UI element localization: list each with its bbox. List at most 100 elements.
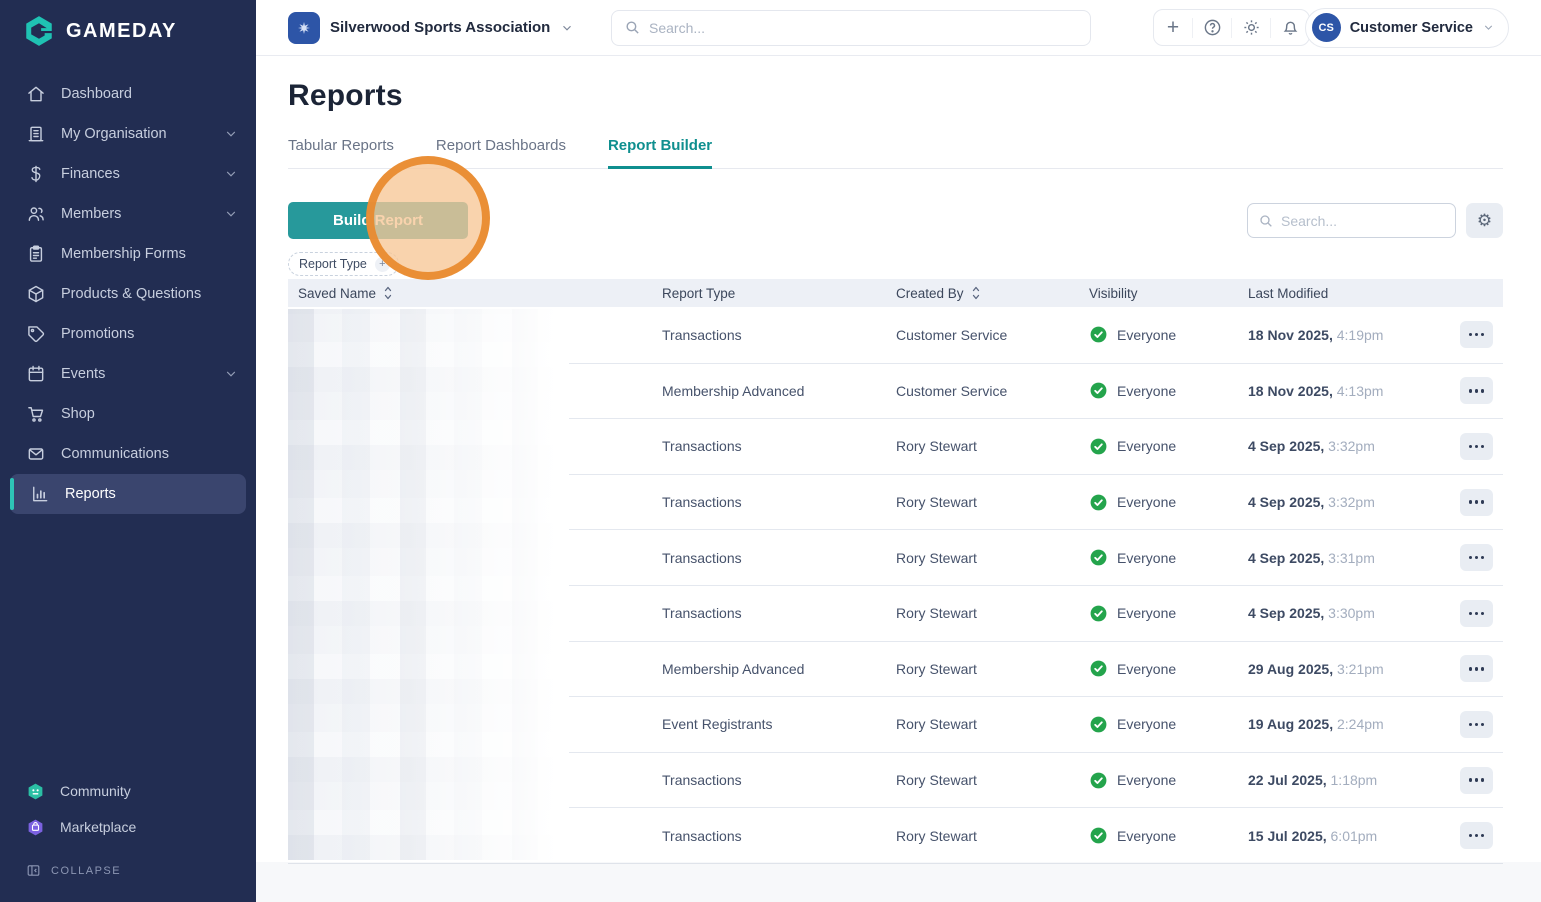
column-header-last-modified: Last Modified [1248, 285, 1329, 301]
cell-visibility: Everyone [1089, 437, 1248, 456]
sidebar-item-label: Membership Forms [61, 246, 186, 262]
row-actions-ellipsis-button[interactable] [1460, 766, 1493, 794]
visibility-label: Everyone [1117, 772, 1177, 789]
cell-created-by: Customer Service [896, 326, 1008, 343]
visibility-check-icon [1089, 325, 1108, 344]
theme-icon[interactable] [1232, 10, 1270, 46]
notifications-bell-icon[interactable] [1271, 10, 1309, 46]
cell-report-type: Transactions [662, 549, 742, 566]
cell-visibility: Everyone [1089, 659, 1248, 678]
header-actions: + [1153, 9, 1310, 46]
chevron-down-icon [224, 127, 238, 141]
visibility-label: Everyone [1117, 827, 1177, 844]
visibility-label: Everyone [1117, 716, 1177, 733]
user-avatar: CS [1311, 13, 1341, 42]
row-actions-ellipsis-button[interactable] [1460, 822, 1493, 850]
table-settings-gear-icon[interactable]: ⚙ [1466, 203, 1503, 238]
sidebar-item-reports[interactable]: Reports [10, 474, 246, 514]
report-type-filter-chip[interactable]: Report Type + [288, 252, 399, 276]
table-search [1247, 203, 1456, 238]
row-actions-ellipsis-button[interactable] [1460, 655, 1493, 683]
events-icon [26, 364, 46, 384]
add-icon[interactable]: + [1154, 10, 1192, 46]
org-avatar [288, 11, 320, 44]
table-search-input[interactable] [1281, 212, 1431, 229]
tab-report-builder[interactable]: Report Builder [607, 128, 713, 169]
global-search-input[interactable] [649, 19, 1078, 36]
cell-report-type: Transactions [662, 326, 742, 343]
brand-logo: GAMEDAY [0, 0, 256, 62]
modified-time: 1:18pm [1330, 772, 1378, 789]
row-actions-ellipsis-button[interactable] [1460, 544, 1493, 572]
promotions-icon [26, 324, 46, 344]
row-actions-ellipsis-button[interactable] [1460, 432, 1493, 460]
sidebar-item-community[interactable]: Community [0, 773, 256, 809]
sidebar-item-dashboard[interactable]: Dashboard [0, 74, 256, 114]
org-switcher[interactable]: Silverwood Sports Association [288, 11, 574, 44]
row-actions-ellipsis-button[interactable] [1460, 488, 1493, 516]
chevron-down-icon [1482, 21, 1496, 35]
help-icon[interactable] [1193, 10, 1231, 46]
chevron-down-icon [224, 167, 238, 181]
visibility-check-icon [1089, 381, 1108, 400]
sidebar-collapse-button[interactable]: COLLAPSE [0, 845, 256, 894]
cell-last-modified: 29 Aug 2025, 3:21pm [1248, 661, 1428, 677]
sidebar-item-marketplace[interactable]: Marketplace [0, 809, 256, 845]
sidebar-item-label: Shop [61, 406, 95, 422]
sidebar-item-label: Community [60, 783, 131, 799]
row-actions-ellipsis-button[interactable] [1460, 377, 1493, 405]
tab-tabular-reports[interactable]: Tabular Reports [288, 128, 394, 169]
shop-icon [26, 404, 46, 424]
sidebar-item-my-organisation[interactable]: My Organisation [0, 114, 256, 154]
products-icon [26, 284, 46, 304]
build-report-button[interactable]: Build Report [288, 202, 468, 239]
row-actions-ellipsis-button[interactable] [1460, 321, 1493, 349]
sidebar-item-label: Promotions [61, 326, 135, 342]
tab-report-dashboards[interactable]: Report Dashboards [436, 128, 566, 169]
cell-visibility: Everyone [1089, 493, 1248, 512]
sidebar-item-shop[interactable]: Shop [0, 394, 256, 434]
cell-report-type: Transactions [662, 827, 742, 844]
column-header-saved-name[interactable]: Saved Name [288, 285, 662, 301]
chevron-down-icon [224, 207, 238, 221]
cell-created-by: Customer Service [896, 382, 1008, 399]
cell-report-type: Membership Advanced [662, 660, 805, 677]
column-header-created-by[interactable]: Created By [896, 285, 1089, 301]
sidebar-item-events[interactable]: Events [0, 354, 256, 394]
cell-created-by: Rory Stewart [896, 716, 977, 733]
visibility-label: Everyone [1117, 549, 1177, 566]
cell-last-modified: 22 Jul 2025, 1:18pm [1248, 772, 1428, 788]
row-actions-ellipsis-button[interactable] [1460, 710, 1493, 738]
sidebar-item-communications[interactable]: Communications [0, 434, 256, 474]
modified-date: 4 Sep 2025, [1248, 605, 1325, 622]
membership-forms-icon [26, 244, 46, 264]
filter-row: Report Type + [288, 252, 1503, 276]
modified-time: 3:31pm [1328, 549, 1375, 566]
cell-created-by: Rory Stewart [896, 827, 977, 844]
modified-date: 19 Aug 2025, [1248, 716, 1334, 733]
sidebar-item-members[interactable]: Members [0, 194, 256, 234]
sidebar-item-label: Marketplace [60, 819, 137, 835]
modified-time: 2:24pm [1336, 716, 1384, 733]
cell-last-modified: 4 Sep 2025, 3:32pm [1248, 438, 1428, 454]
sidebar-footer: Community Marketplace COLLAPSE [0, 773, 256, 902]
user-menu[interactable]: CS Customer Service [1304, 7, 1509, 48]
page-title: Reports [288, 79, 403, 112]
search-icon [624, 19, 641, 36]
sidebar-item-label: Communications [61, 446, 169, 462]
sidebar-item-promotions[interactable]: Promotions [0, 314, 256, 354]
sidebar-item-finances[interactable]: Finances [0, 154, 256, 194]
sidebar-item-products-questions[interactable]: Products & Questions [0, 274, 256, 314]
collapse-icon [26, 863, 41, 878]
sidebar-item-membership-forms[interactable]: Membership Forms [0, 234, 256, 274]
sidebar: GAMEDAY Dashboard My Organisation Financ… [0, 0, 256, 902]
marketplace-icon [26, 818, 45, 837]
visibility-check-icon [1089, 548, 1108, 567]
visibility-label: Everyone [1117, 382, 1177, 399]
sidebar-item-label: Dashboard [61, 86, 132, 102]
report-tabs: Tabular Reports Report Dashboards Report B… [288, 128, 1503, 169]
cell-last-modified: 18 Nov 2025, 4:13pm [1248, 383, 1428, 399]
row-actions-ellipsis-button[interactable] [1460, 599, 1493, 627]
visibility-label: Everyone [1117, 660, 1177, 677]
sidebar-item-label: Events [61, 366, 106, 382]
